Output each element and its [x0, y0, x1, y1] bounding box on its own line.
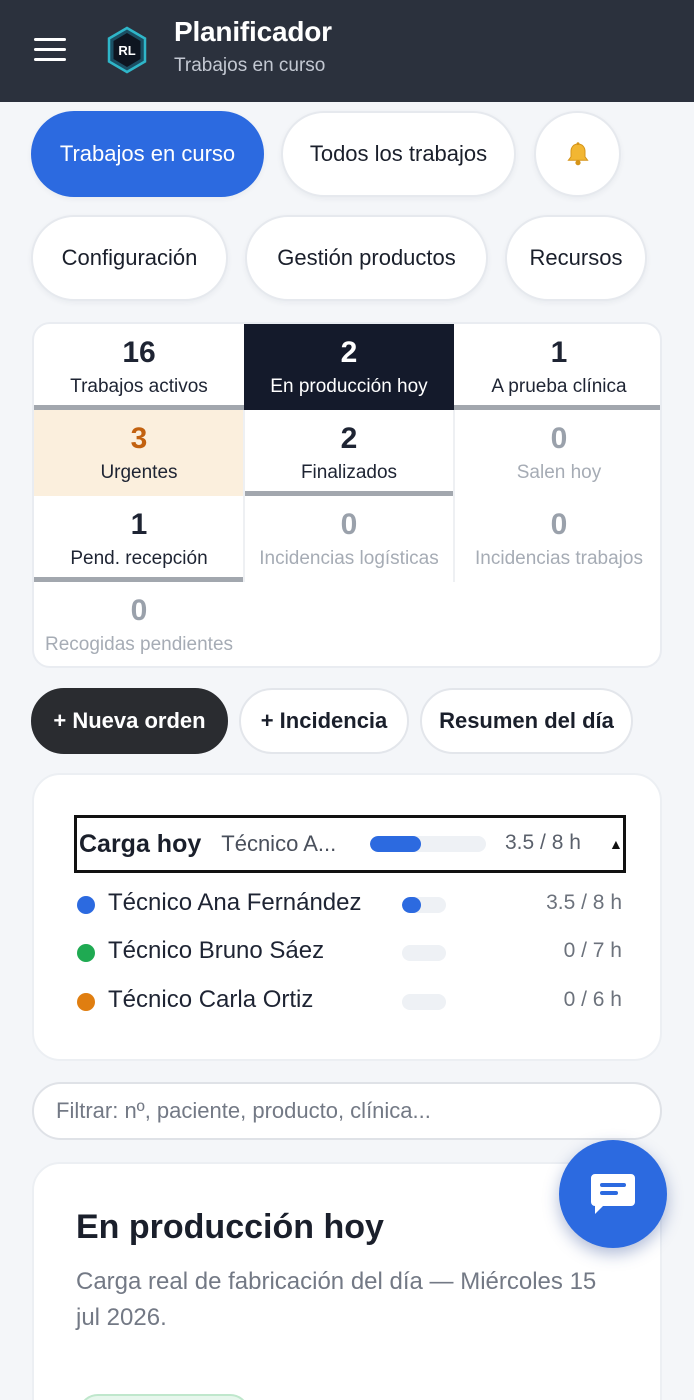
- stat-value: 3: [130, 422, 148, 455]
- tech-load-bar: [402, 897, 446, 913]
- load-summary-tech: Técnico A...: [221, 831, 337, 856]
- new-order-button[interactable]: + Nueva orden: [31, 688, 228, 754]
- tab-gestion-productos[interactable]: Gestión productos: [245, 215, 488, 301]
- tech-hours: 3.5 / 8 h: [546, 891, 622, 914]
- stat-value: 1: [130, 508, 148, 541]
- stat-incidencias-logisticas[interactable]: 0 Incidencias logísticas: [244, 496, 454, 582]
- tab-configuracion[interactable]: Configuración: [31, 215, 228, 301]
- tech-color-dot: [77, 993, 95, 1011]
- production-status-chip: [78, 1394, 250, 1400]
- tech-name: Técnico Bruno Sáez: [108, 937, 325, 964]
- stat-label: A prueba clínica: [491, 376, 627, 397]
- stat-label: Finalizados: [300, 462, 398, 483]
- stat-label: Salen hoy: [516, 462, 602, 483]
- stat-trabajos-activos[interactable]: 16 Trabajos activos: [34, 324, 244, 410]
- stat-en-produccion-hoy[interactable]: 2 En producción hoy: [244, 324, 454, 410]
- load-summary-bar-fill: [370, 836, 421, 852]
- stat-recogidas-pendientes[interactable]: 0 Recogidas pendientes: [34, 582, 244, 666]
- load-summary-toggle[interactable]: Carga hoy Técnico A... 3.5 / 8 h ▲: [74, 815, 626, 873]
- tech-load-bar-fill: [402, 897, 422, 913]
- logo-text: RL: [118, 43, 135, 58]
- tab-recursos[interactable]: Recursos: [505, 215, 647, 301]
- stat-value: 0: [130, 594, 148, 627]
- load-title: Carga hoy: [79, 829, 202, 858]
- chat-icon: [591, 1174, 635, 1214]
- stat-a-prueba-clinica[interactable]: 1 A prueba clínica: [454, 324, 660, 410]
- chat-button[interactable]: [559, 1140, 667, 1248]
- stat-value: 2: [340, 336, 358, 369]
- notifications-button[interactable]: [534, 111, 621, 197]
- tech-hours: 0 / 7 h: [563, 939, 622, 962]
- stat-value: 16: [122, 336, 156, 369]
- stat-value: 0: [550, 422, 568, 455]
- stats-divider: [243, 410, 245, 582]
- tech-color-dot: [77, 896, 95, 914]
- app-subtitle: Trabajos en curso: [174, 55, 326, 76]
- tech-color-dot: [77, 944, 95, 962]
- stat-label: Incidencias trabajos: [475, 548, 643, 569]
- app-title: Planificador: [174, 16, 332, 47]
- stat-value: 1: [550, 336, 568, 369]
- stat-salen-hoy[interactable]: 0 Salen hoy: [454, 410, 660, 496]
- stat-finalizados[interactable]: 2 Finalizados: [244, 410, 454, 496]
- stat-label: Pend. recepción: [70, 548, 208, 569]
- tab-todos-los-trabajos[interactable]: Todos los trabajos: [281, 111, 516, 197]
- stat-label: Incidencias logísticas: [259, 548, 439, 569]
- tech-load-bar: [402, 994, 446, 1010]
- stat-value: 0: [340, 508, 358, 541]
- tech-row[interactable]: Técnico Ana Fernández 3.5 / 8 h: [74, 887, 624, 923]
- production-description: Carga real de fabricación del día — Miér…: [76, 1268, 597, 1331]
- stat-value: 2: [340, 422, 358, 455]
- tech-hours: 0 / 6 h: [563, 988, 622, 1011]
- stat-label: Recogidas pendientes: [44, 634, 234, 655]
- tech-row[interactable]: Técnico Bruno Sáez 0 / 7 h: [74, 935, 624, 971]
- tech-row[interactable]: Técnico Carla Ortiz 0 / 6 h: [74, 984, 624, 1020]
- tab-trabajos-en-curso[interactable]: Trabajos en curso: [31, 111, 264, 197]
- daily-summary-button[interactable]: Resumen del día: [420, 688, 633, 754]
- hamburger-menu-icon[interactable]: [34, 38, 66, 64]
- stat-label: En producción hoy: [270, 376, 428, 397]
- load-summary-hours: 3.5 / 8 h: [505, 831, 581, 854]
- app-logo: RL: [106, 26, 148, 74]
- stat-incidencias-trabajos[interactable]: 0 Incidencias trabajos: [454, 496, 660, 582]
- app-header: RL Planificador Trabajos en curso: [0, 0, 694, 102]
- stat-label: Urgentes: [100, 462, 178, 483]
- collapse-arrow-icon: ▲: [609, 836, 623, 852]
- stat-label: Trabajos activos: [70, 376, 208, 397]
- bell-icon: [566, 142, 589, 166]
- stat-urgentes[interactable]: 3 Urgentes: [34, 410, 244, 496]
- tech-name: Técnico Ana Fernández: [108, 889, 362, 916]
- production-title: En producción hoy: [76, 1208, 384, 1246]
- tech-load-bar: [402, 945, 446, 961]
- stats-divider: [453, 410, 455, 582]
- new-incident-button[interactable]: + Incidencia: [239, 688, 409, 754]
- stat-value: 0: [550, 508, 568, 541]
- tech-name: Técnico Carla Ortiz: [108, 986, 314, 1013]
- filter-input[interactable]: [32, 1082, 662, 1140]
- load-card: Carga hoy Técnico A... 3.5 / 8 h ▲ Técni…: [32, 773, 662, 1061]
- load-summary-bar: [370, 836, 486, 852]
- stat-pend-recepcion[interactable]: 1 Pend. recepción: [34, 496, 244, 582]
- stats-card: 16 Trabajos activos 2 En producción hoy …: [32, 322, 662, 668]
